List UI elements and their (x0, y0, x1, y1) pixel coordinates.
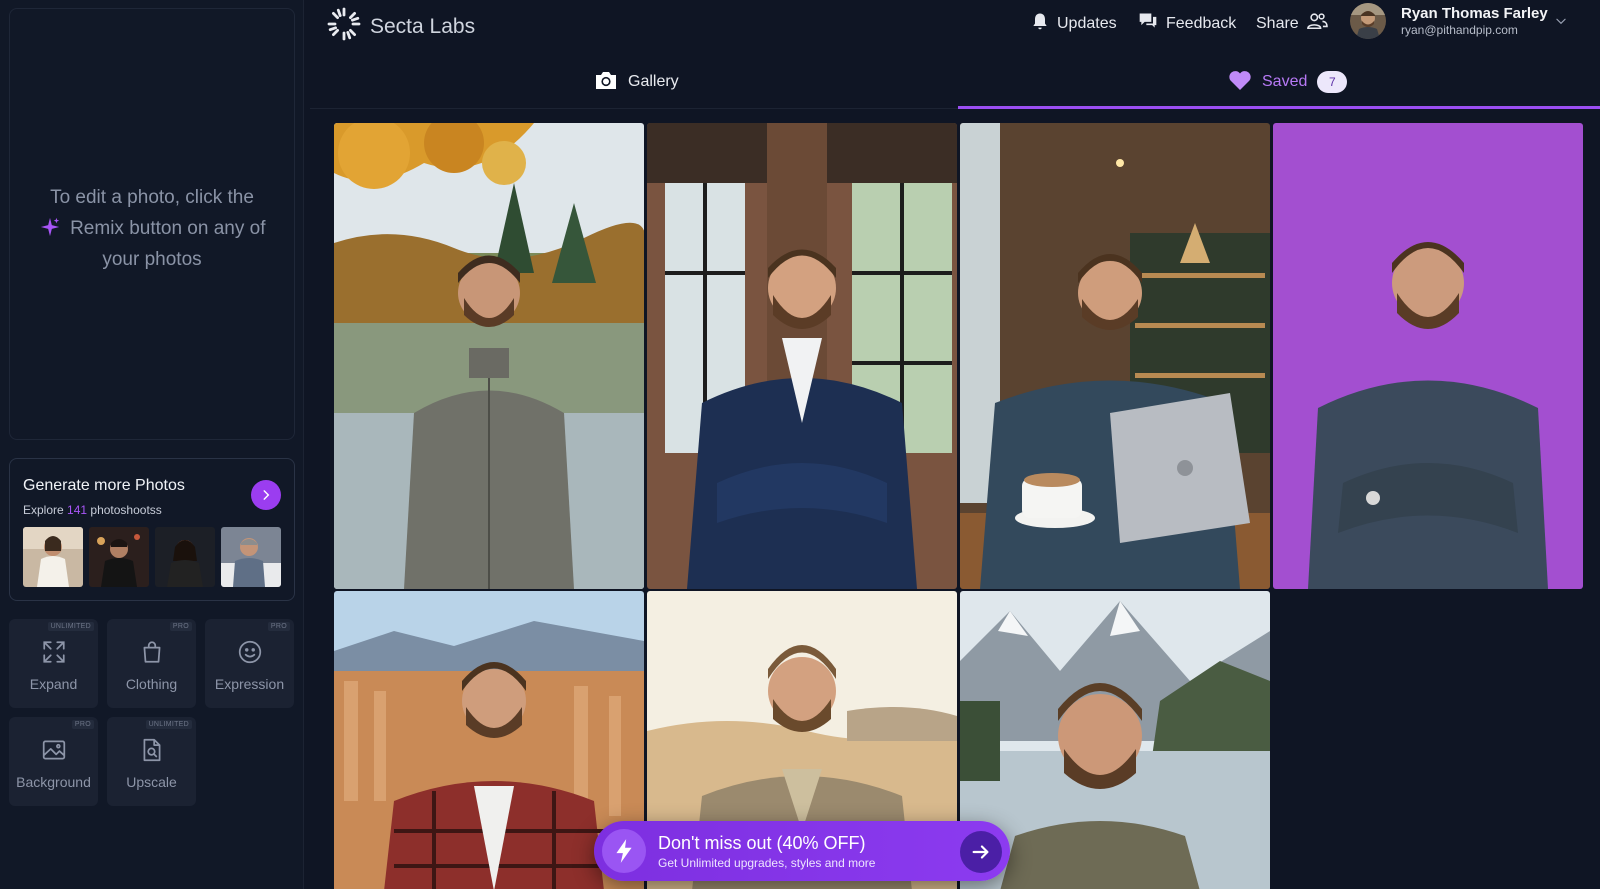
tool-label: Upscale (126, 774, 177, 790)
generate-subtitle: Explore 141 photoshootss (23, 503, 162, 517)
photoshoot-thumbnail[interactable] (221, 527, 281, 587)
feedback-button[interactable]: Feedback (1137, 11, 1236, 36)
avatar (1350, 3, 1386, 39)
heart-icon (1228, 69, 1252, 96)
edit-hint-line-2: Remix button on any of (70, 218, 266, 239)
edit-hint-line-3: your photos (102, 249, 202, 270)
tab-gallery-label: Gallery (628, 73, 679, 90)
photo-card[interactable] (334, 123, 644, 589)
promo-banner[interactable]: Don't miss out (40% OFF) Get Unlimited u… (594, 821, 1010, 881)
share-label: Share (1256, 14, 1299, 32)
photo-card[interactable] (647, 123, 957, 589)
generate-sub-suffix: photoshootss (90, 503, 162, 517)
promo-subtitle: Get Unlimited upgrades, styles and more (658, 856, 876, 870)
generate-arrow-button[interactable] (251, 480, 281, 510)
sparkle-icon (39, 217, 67, 239)
photo-card[interactable] (960, 123, 1270, 589)
photoshoot-thumbnail[interactable] (89, 527, 149, 587)
user-menu[interactable]: Ryan Thomas Farley ryan@pithandpip.com (1350, 3, 1548, 39)
tool-label: Expression (214, 676, 285, 692)
tool-background-button[interactable]: PRO Background (9, 717, 98, 806)
secta-logo-icon (326, 6, 362, 47)
tool-label: Clothing (125, 676, 178, 692)
tool-label: Expand (29, 676, 78, 692)
tool-upscale-button[interactable]: UNLIMITED Upscale (107, 717, 196, 806)
smiley-icon (205, 639, 294, 665)
view-tabs: Gallery Saved 7 (310, 56, 1600, 109)
generate-sub-prefix: Explore (23, 503, 64, 517)
shopping-bag-icon (107, 639, 196, 665)
tool-badge: PRO (267, 622, 290, 631)
promo-arrow-button[interactable] (960, 831, 1002, 873)
edit-hint: To edit a photo, click the Remix button … (30, 182, 274, 275)
brand[interactable]: Secta Labs (326, 6, 475, 47)
generate-title: Generate more Photos (23, 477, 185, 494)
photo-card[interactable] (1273, 123, 1583, 589)
photoshoot-thumbnail[interactable] (23, 527, 83, 587)
active-tab-indicator (958, 106, 1600, 109)
file-search-icon (107, 737, 196, 763)
tab-saved[interactable]: Saved 7 (1228, 56, 1348, 108)
tool-clothing-button[interactable]: PRO Clothing (107, 619, 196, 708)
photoshoot-thumbnails (23, 527, 281, 587)
camera-icon (594, 69, 618, 96)
bell-icon (1030, 11, 1050, 36)
photoshoot-count: 141 (67, 503, 88, 517)
saved-count-badge: 7 (1317, 71, 1348, 93)
user-email: ryan@pithandpip.com (1401, 23, 1518, 37)
brand-name: Secta Labs (370, 14, 476, 38)
chat-bubbles-icon (1137, 11, 1159, 36)
sidebar: To edit a photo, click the Remix button … (0, 0, 304, 889)
tool-expand-button[interactable]: UNLIMITED Expand (9, 619, 98, 708)
generate-more-card[interactable]: Generate more Photos Explore 141 photosh… (9, 458, 295, 601)
tool-label: Background (16, 774, 91, 790)
arrow-right-icon (972, 845, 989, 859)
expand-icon (9, 639, 98, 665)
chevron-down-icon[interactable] (1554, 14, 1568, 31)
tab-saved-label: Saved (1262, 73, 1308, 90)
tab-gallery[interactable]: Gallery (594, 56, 679, 108)
tool-expression-button[interactable]: PRO Expression (205, 619, 294, 708)
feedback-label: Feedback (1166, 14, 1237, 32)
tool-badge: PRO (169, 622, 192, 631)
tool-badge: PRO (71, 720, 94, 729)
edit-hint-line-1: To edit a photo, click the (50, 187, 254, 208)
tool-badge: UNLIMITED (47, 622, 94, 631)
edit-panel: To edit a photo, click the Remix button … (9, 8, 295, 440)
users-icon (1306, 11, 1328, 36)
image-icon (9, 737, 98, 763)
lightning-icon (602, 829, 646, 873)
share-button[interactable]: Share (1256, 11, 1328, 36)
photoshoot-thumbnail[interactable] (155, 527, 215, 587)
chevron-right-icon (263, 490, 270, 500)
user-name: Ryan Thomas Farley (1401, 5, 1548, 22)
updates-label: Updates (1057, 14, 1117, 32)
promo-title: Don't miss out (40% OFF) (658, 833, 866, 853)
tool-badge: UNLIMITED (145, 720, 192, 729)
updates-button[interactable]: Updates (1030, 11, 1117, 36)
